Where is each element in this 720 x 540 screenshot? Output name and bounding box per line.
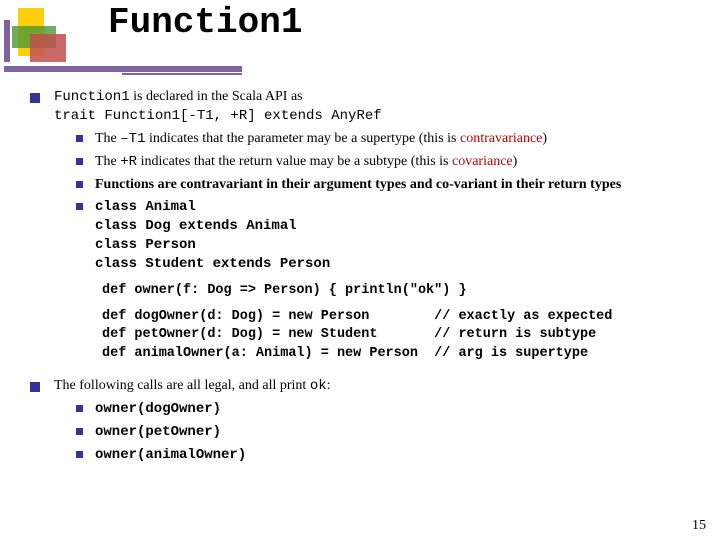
sub-bullet-contravariance: The –T1 indicates that the parameter may…: [76, 130, 700, 149]
code-call: owner(petOwner): [95, 423, 221, 442]
bullet-text: Function1 is declared in the Scala API a…: [54, 88, 382, 126]
code-class-decls: class Animal class Dog extends Animal cl…: [95, 198, 330, 274]
code-owner-def: def owner(f: Dog => Person) { println("o…: [102, 282, 700, 300]
slide-logo: [4, 8, 72, 74]
bullet-icon: [76, 203, 83, 210]
bullet-text: The following calls are all legal, and a…: [54, 377, 331, 396]
bullet-icon: [76, 181, 83, 188]
sub-bullet-call-petowner: owner(petOwner): [76, 423, 700, 442]
code-trait-decl: trait Function1[-T1, +R] extends AnyRef: [54, 108, 382, 124]
code-call: owner(dogOwner): [95, 400, 221, 419]
slide-body: Function1 is declared in the Scala API a…: [30, 88, 700, 468]
code-owner-variants: def dogOwner(d: Dog) = new Person // exa…: [102, 308, 700, 363]
sub-bullet-variance-rule: Functions are contravariant in their arg…: [76, 176, 700, 195]
sub-bullet-classes: class Animal class Dog extends Animal cl…: [76, 198, 700, 274]
code-function1: Function1: [54, 89, 130, 105]
bullet-icon: [76, 135, 83, 142]
sub-bullet-call-dogowner: owner(dogOwner): [76, 400, 700, 419]
bullet-icon: [76, 428, 83, 435]
page-number: 15: [692, 518, 706, 534]
bullet-legal-calls: The following calls are all legal, and a…: [30, 377, 700, 396]
bullet-icon: [30, 93, 40, 103]
bullet-icon: [76, 405, 83, 412]
bullet-text: Functions are contravariant in their arg…: [95, 176, 621, 195]
sub-bullet-call-animalowner: owner(animalOwner): [76, 446, 700, 465]
bullet-function1-declared: Function1 is declared in the Scala API a…: [30, 88, 700, 126]
bullet-text: The –T1 indicates that the parameter may…: [95, 130, 547, 149]
sub-bullet-covariance: The +R indicates that the return value m…: [76, 153, 700, 172]
code-call: owner(animalOwner): [95, 446, 246, 465]
bullet-icon: [30, 382, 40, 392]
bullet-text: The +R indicates that the return value m…: [95, 153, 517, 172]
bullet-icon: [76, 158, 83, 165]
bullet-icon: [76, 451, 83, 458]
slide-title: Function1: [108, 2, 302, 43]
